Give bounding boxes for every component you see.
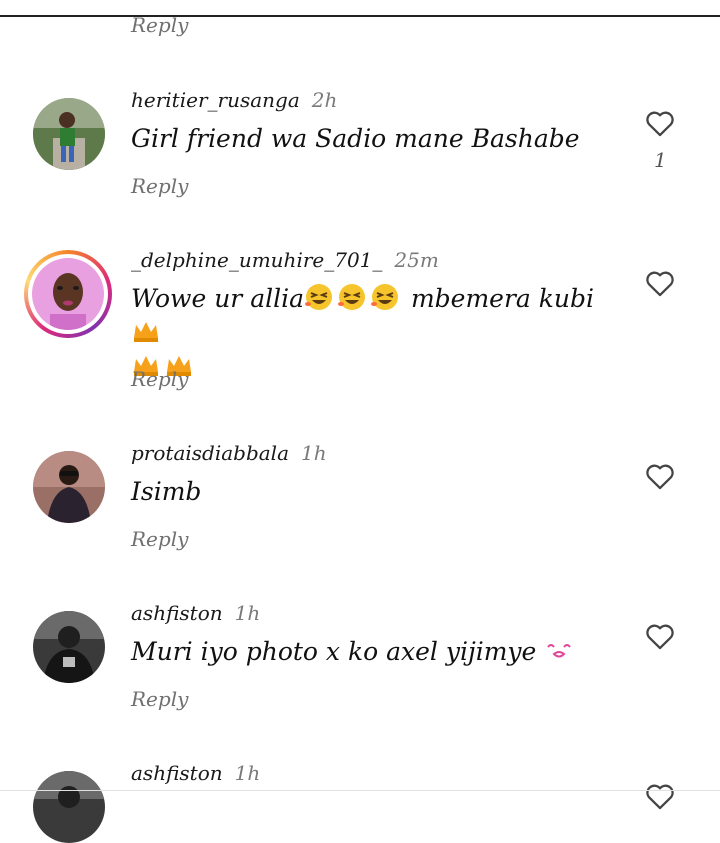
reply-button[interactable]: Reply (131, 367, 188, 391)
heart-outline-icon[interactable] (643, 459, 677, 493)
rolling-laughing-emoji (370, 282, 400, 312)
username[interactable]: _delphine_umuhire_701_ (131, 248, 382, 272)
kissing-face-emoji (544, 635, 574, 665)
username[interactable]: heritier_rusanga (131, 88, 300, 112)
rolling-laughing-emoji (304, 282, 334, 312)
comment-text: Wowe ur allia mbemera kubi (131, 282, 611, 384)
avatar[interactable] (33, 771, 105, 843)
reply-button[interactable]: Reply (131, 687, 188, 711)
timestamp: 1h (234, 761, 261, 785)
timestamp: 1h (301, 441, 327, 465)
avatar-story-ring[interactable] (24, 250, 112, 338)
username[interactable]: ashfiston (131, 601, 223, 625)
heart-outline-icon[interactable] (643, 106, 677, 140)
like-count: 1 (654, 148, 667, 172)
comment-text: Girl friend wa Sadio mane Bashabe (131, 124, 580, 153)
bottom-divider (0, 790, 720, 791)
reply-button[interactable]: Reply (131, 174, 188, 198)
heart-outline-icon[interactable] (643, 266, 677, 300)
heart-outline-icon[interactable] (643, 619, 677, 653)
reply-button[interactable]: Reply (131, 527, 188, 551)
reply-button-previous[interactable]: Reply (131, 13, 188, 37)
comment-text: Isimb (131, 477, 202, 506)
comment-text: Muri iyo photo x ko axel yijimye (131, 635, 611, 669)
username[interactable]: ashfiston (131, 761, 223, 785)
rolling-laughing-emoji (337, 282, 367, 312)
top-divider (0, 15, 720, 17)
avatar[interactable] (33, 611, 105, 683)
timestamp: 25m (394, 248, 439, 272)
timestamp: 1h (234, 601, 261, 625)
timestamp: 2h (311, 88, 338, 112)
crown-emoji (131, 316, 161, 346)
avatar (32, 258, 104, 330)
username[interactable]: protaisdiabbala (131, 441, 289, 465)
avatar[interactable] (33, 451, 105, 523)
heart-outline-icon[interactable] (643, 779, 677, 813)
avatar[interactable] (33, 98, 105, 170)
